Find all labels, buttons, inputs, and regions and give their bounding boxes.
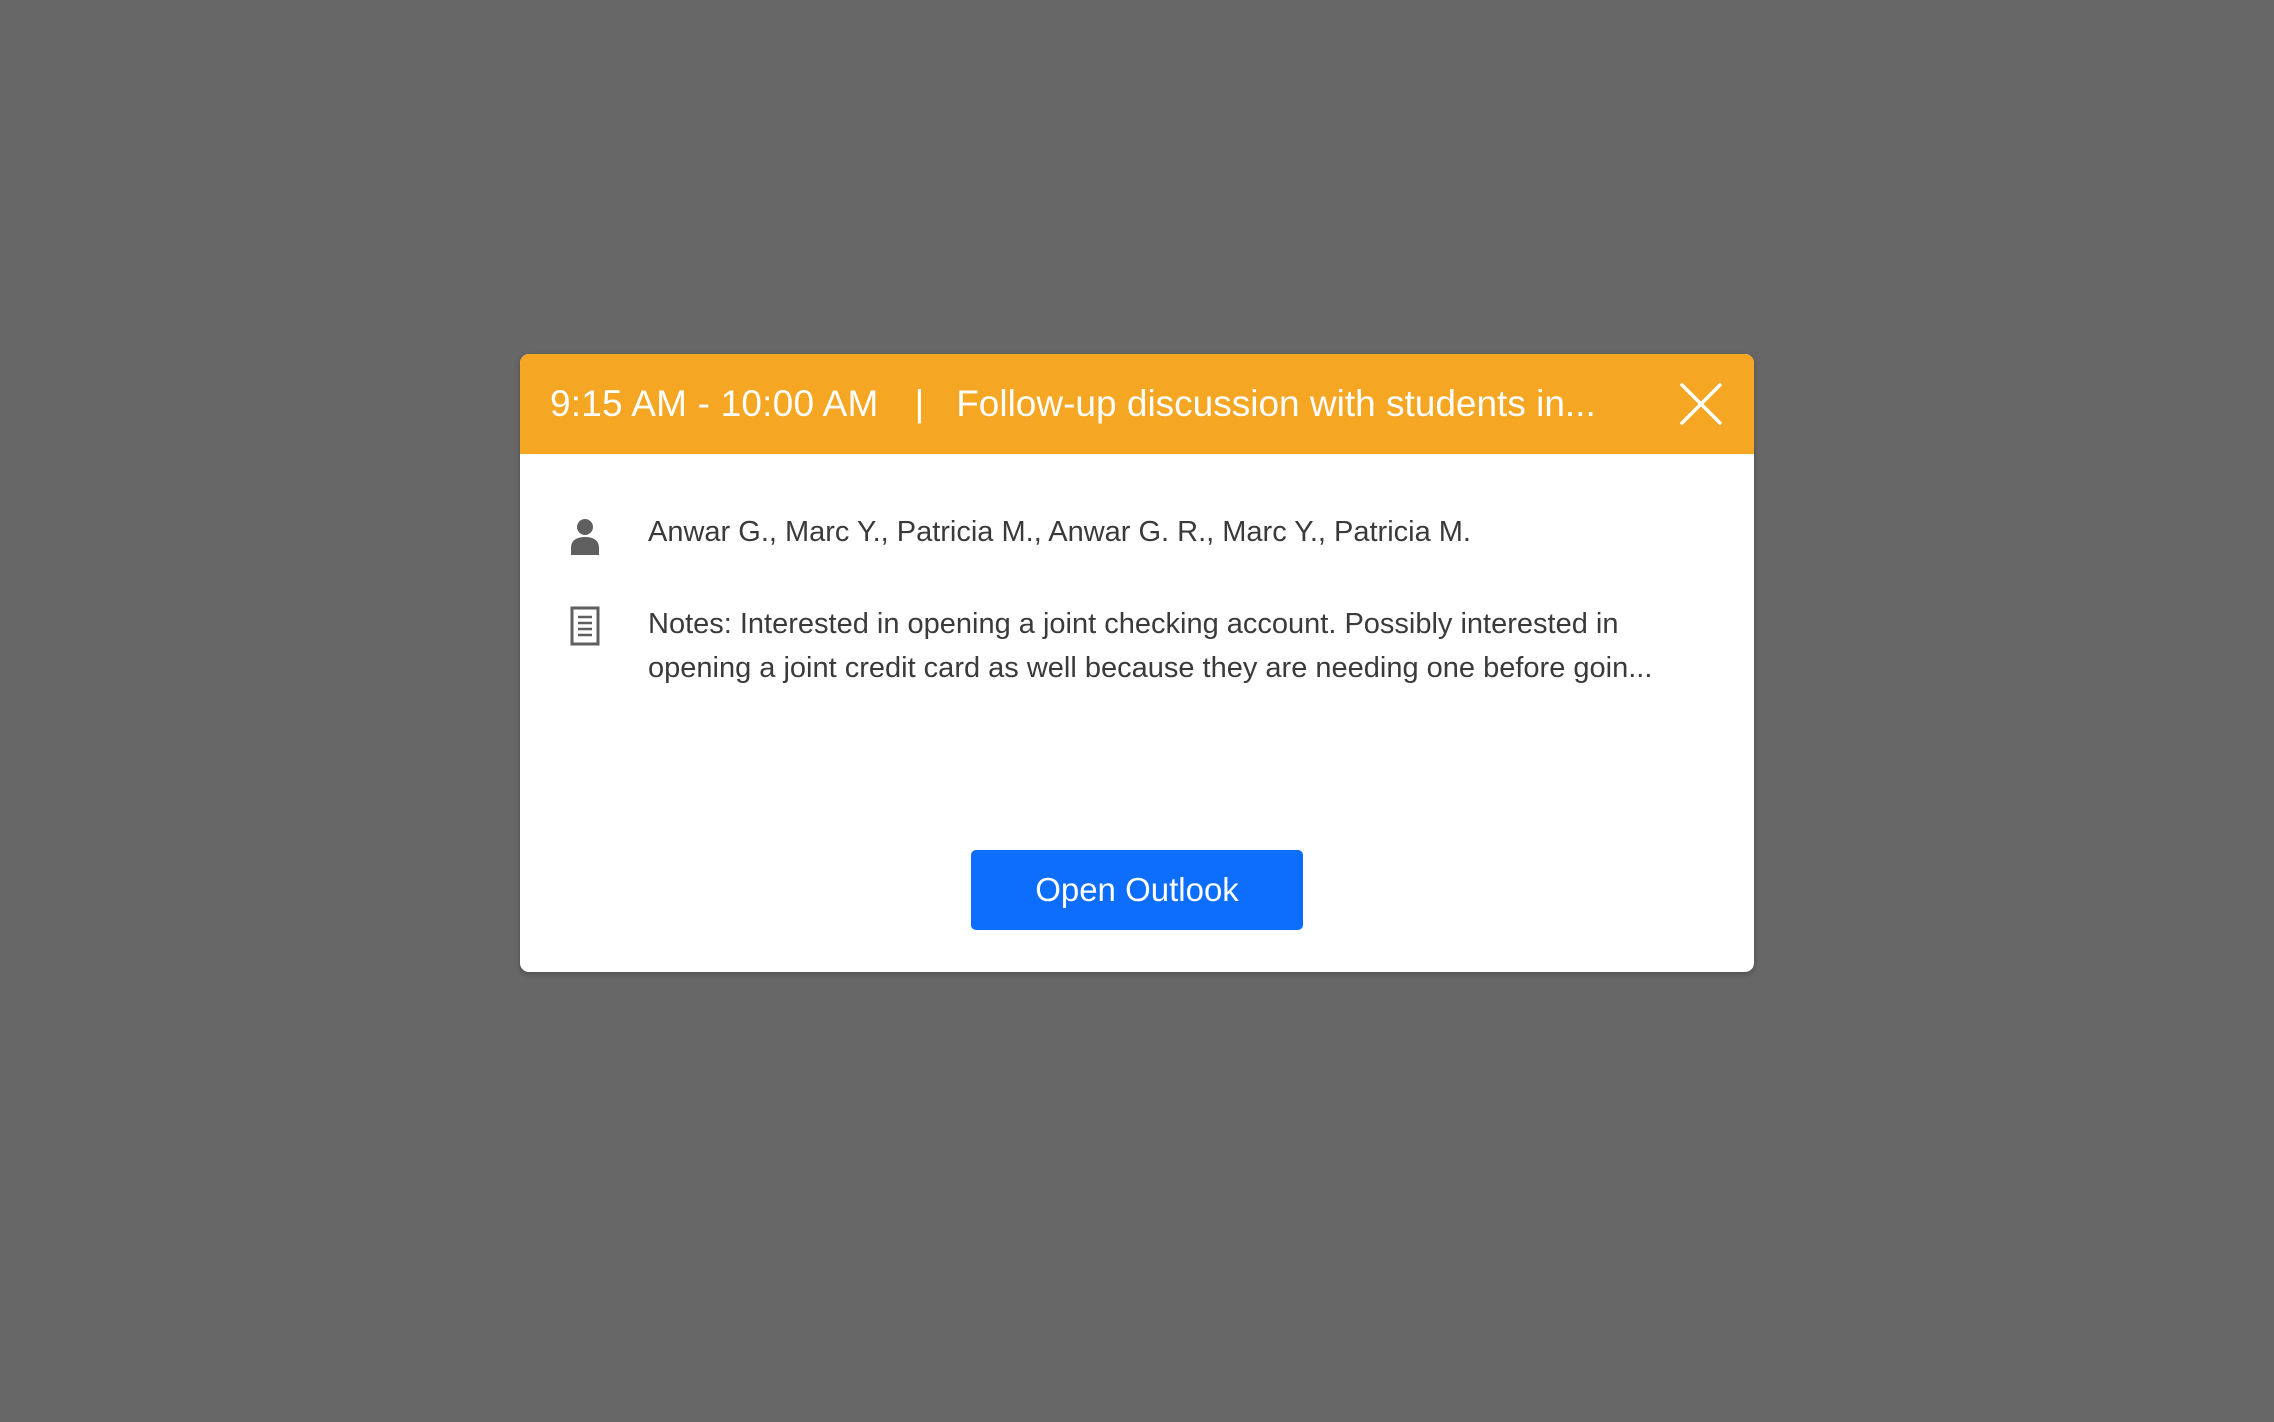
event-details: Anwar G., Marc Y., Patricia M., Anwar G.…	[520, 516, 1754, 690]
attendees-row: Anwar G., Marc Y., Patricia M., Anwar G.…	[566, 516, 1708, 556]
event-header: 9:15 AM - 10:00 AM | Follow-up discussio…	[520, 354, 1754, 454]
event-notes: Notes: Interested in opening a joint che…	[648, 608, 1653, 684]
open-outlook-button[interactable]: Open Outlook	[971, 850, 1303, 930]
close-icon	[1680, 383, 1722, 425]
event-title: Follow-up discussion with students in...	[956, 383, 1596, 424]
person-icon	[571, 519, 599, 555]
attendees-list: Anwar G., Marc Y., Patricia M., Anwar G.…	[648, 516, 1471, 548]
document-icon	[570, 606, 600, 646]
popup-actions: Open Outlook	[520, 850, 1754, 930]
event-time-range: 9:15 AM - 10:00 AM	[550, 383, 879, 424]
close-button[interactable]	[1678, 381, 1724, 427]
notes-row: Notes: Interested in opening a joint che…	[566, 602, 1708, 690]
header-separator: |	[914, 383, 925, 424]
event-popup: 9:15 AM - 10:00 AM | Follow-up discussio…	[520, 354, 1754, 972]
